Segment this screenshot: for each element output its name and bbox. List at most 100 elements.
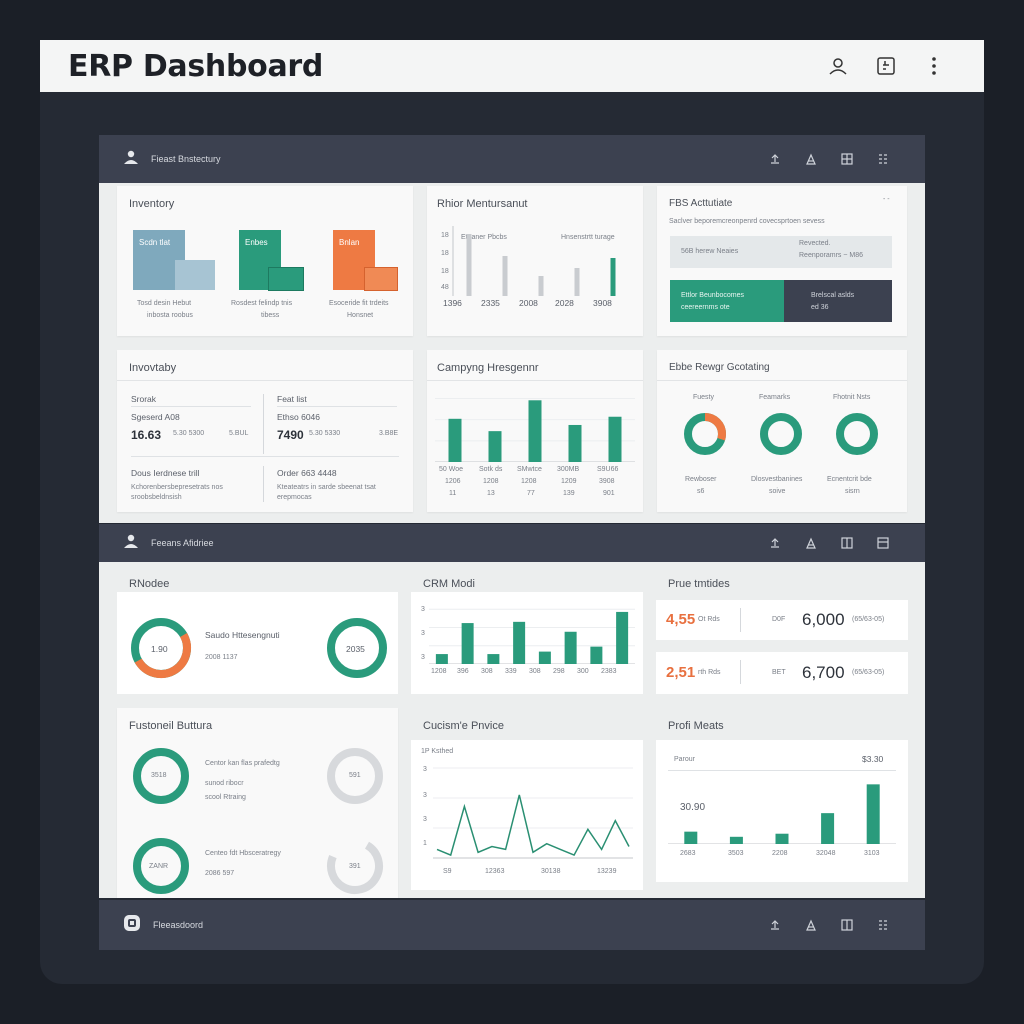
bar[interactable] — [538, 276, 544, 296]
y-tick: 18 — [441, 250, 449, 257]
x-tick: 11 — [449, 490, 457, 497]
donut-sub: 2008 1137 — [205, 654, 238, 661]
lock-icon[interactable] — [793, 533, 829, 553]
bar[interactable] — [608, 416, 622, 462]
divider — [131, 456, 399, 457]
metric-value: 6,000 — [802, 610, 845, 629]
section-bar-1: Fieast Bnstectury — [99, 135, 925, 183]
ring-chart-1[interactable] — [681, 410, 729, 458]
bar[interactable] — [435, 654, 448, 664]
stat-value: 7490 — [277, 428, 304, 442]
home-icon[interactable] — [123, 914, 141, 937]
bar[interactable] — [574, 268, 580, 296]
user-icon — [123, 533, 139, 554]
lock-icon[interactable] — [793, 149, 829, 169]
bar[interactable] — [775, 833, 789, 844]
bar[interactable] — [448, 418, 462, 462]
bar[interactable] — [466, 234, 472, 296]
fbs-green-block[interactable] — [670, 280, 784, 322]
x-tick: 1209 — [561, 478, 577, 485]
y-tick: 18 — [441, 268, 449, 275]
card-title: CRM Modi — [423, 578, 475, 590]
divider — [668, 770, 896, 771]
bar[interactable] — [821, 813, 835, 844]
x-tick: S9 — [443, 868, 452, 875]
inventory-card: Inventory Scdn tlat Enbes Bnlan Tosd des… — [117, 186, 413, 336]
grid-icon[interactable] — [829, 533, 865, 553]
footer-bar: Fleeasdoord — [99, 900, 925, 950]
block-label: Ettlor Beunbocomes — [681, 292, 745, 299]
bar[interactable] — [461, 623, 474, 664]
page-title: ERP Dashboard — [68, 48, 324, 84]
donut-caption: 2086 597 — [205, 870, 235, 877]
metric-label: BET — [772, 669, 786, 676]
ring-chart-2[interactable] — [757, 410, 805, 458]
y-tick: 3 — [421, 630, 425, 637]
ring-caption: soive — [769, 488, 786, 495]
row-value: Revected. — [799, 240, 831, 247]
x-tick: 298 — [553, 668, 565, 675]
bar[interactable] — [488, 431, 502, 462]
bar[interactable] — [487, 654, 500, 664]
x-tick: 1396 — [443, 298, 462, 308]
bar[interactable] — [866, 784, 880, 844]
inventory-stats-card: Invovtaby Srorak Sgeserd A08 16.63 5.30 … — [117, 350, 413, 512]
upload-icon[interactable] — [757, 915, 793, 935]
card-subtitle: Saclver beporemcreonpenrd covecsprtoen s… — [669, 218, 825, 225]
ring-caption: sisrn — [845, 488, 860, 495]
bar[interactable] — [502, 256, 508, 296]
x-tick: SMwtce — [517, 466, 542, 473]
detail-label: Order 663 4448 — [277, 468, 337, 478]
bar[interactable] — [590, 646, 603, 664]
donut-caption: scool Rtraing — [205, 794, 246, 801]
grid-icon[interactable] — [829, 149, 865, 169]
prue-card: Prue tmtides 4,55 Ot Rds D0F 6,000 (65/6… — [656, 566, 908, 694]
rnodee-card: RNodee 1.90 Saudo Httesengnuti 2008 1137… — [117, 566, 398, 694]
x-tick: 3908 — [599, 478, 615, 485]
metric-sub: (65/63-05) — [852, 616, 885, 623]
price-card: Cucism'e Pnvice 1P Ksthed 3 3 3 1 S9 123… — [411, 708, 643, 898]
bar[interactable] — [564, 631, 577, 664]
rings-card: Ebbe Rewgr Gcotating Fuesty Feamarks Fho… — [657, 350, 907, 512]
fbs-card: FBS Acttutiate - - Saclver beporemcreonp… — [657, 186, 907, 336]
bar[interactable] — [513, 621, 526, 664]
calendar-icon[interactable] — [864, 52, 908, 80]
upload-icon[interactable] — [757, 533, 793, 553]
x-tick: 308 — [481, 668, 493, 675]
list-icon[interactable] — [865, 149, 901, 169]
fbs-dark-block[interactable] — [784, 280, 892, 322]
bar[interactable] — [684, 831, 698, 844]
ring-caption: Rewboser — [685, 476, 717, 483]
bar[interactable] — [528, 400, 542, 462]
donut-value: 3518 — [151, 772, 167, 779]
bar[interactable] — [568, 424, 582, 462]
metric-sub: Ot Rds — [698, 616, 720, 623]
x-tick: 139 — [563, 490, 575, 497]
top-bar: ERP Dashboard — [40, 40, 984, 92]
list-icon[interactable] — [865, 915, 901, 935]
bar[interactable] — [538, 651, 551, 664]
chart-subtitle: 1P Ksthed — [421, 748, 454, 755]
stat-value: 16.63 — [131, 428, 162, 442]
x-tick: 1208 — [431, 668, 447, 675]
detail-desc: erepmocas — [277, 494, 312, 501]
ring-chart-3[interactable] — [833, 410, 881, 458]
price-chart — [433, 767, 633, 859]
campaign-card: Campyng Hresgennr 50 Woe 1206 11 Sotk ds… — [427, 350, 643, 512]
lock-icon[interactable] — [793, 915, 829, 935]
divider — [277, 406, 397, 407]
more-vertical-icon[interactable] — [912, 52, 956, 80]
list-icon[interactable] — [865, 533, 901, 553]
row-label: 56B herew Neaies — [681, 248, 739, 255]
more-icon[interactable]: - - — [883, 196, 890, 203]
crm-chart — [429, 608, 635, 664]
grid-icon[interactable] — [829, 915, 865, 935]
x-tick: 308 — [529, 668, 541, 675]
bar[interactable] — [610, 258, 616, 296]
x-tick: 13239 — [597, 868, 617, 875]
user-icon[interactable] — [816, 52, 860, 80]
x-tick: 901 — [603, 490, 615, 497]
bar[interactable] — [729, 836, 743, 844]
bar[interactable] — [616, 611, 629, 664]
upload-icon[interactable] — [757, 149, 793, 169]
